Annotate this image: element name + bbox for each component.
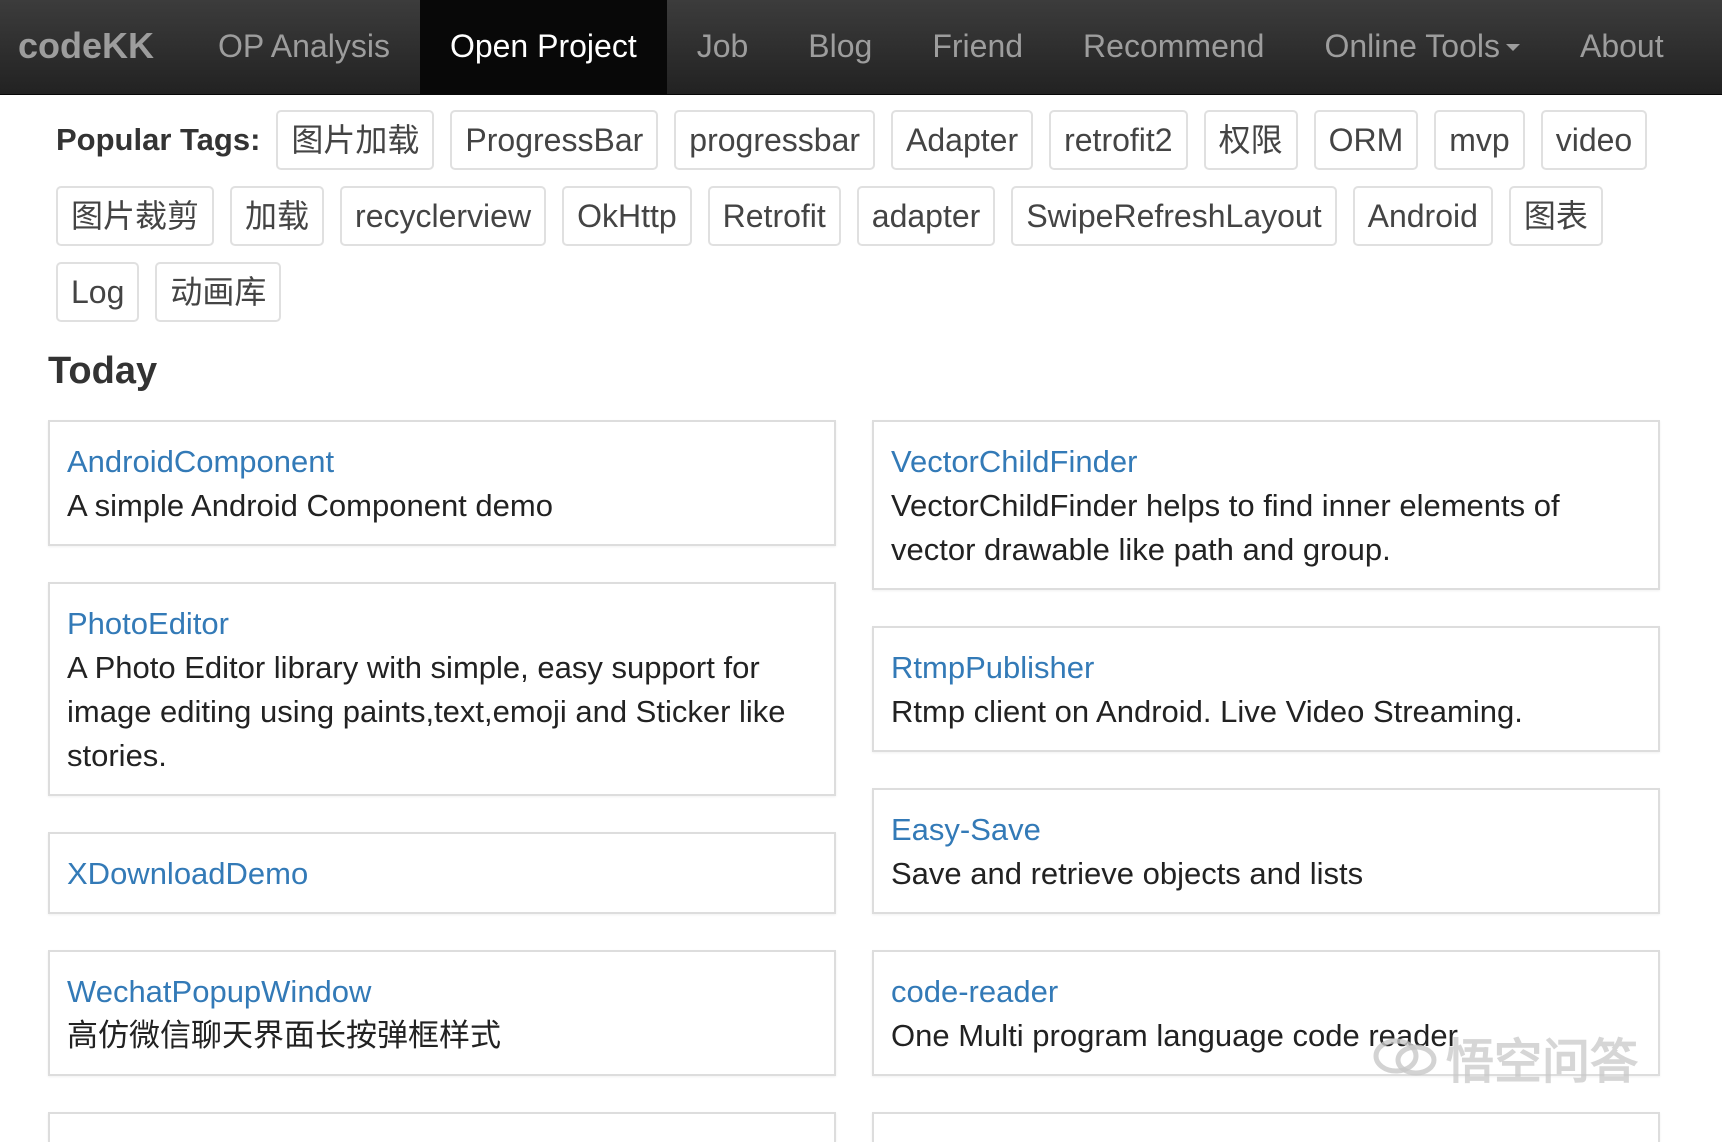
project-card: PhotoEditor A Photo Editor library with … [48, 582, 836, 796]
nav-about-label: About [1579, 28, 1664, 64]
tag-item[interactable]: ProgressBar [450, 110, 659, 170]
tag-item[interactable]: Log [56, 262, 140, 322]
tag-item[interactable]: OkHttp [562, 186, 692, 246]
speech-bubbles-icon [1373, 1038, 1437, 1076]
nav-job-label: Job [696, 28, 749, 64]
project-card: AndroidComponent A simple Android Compon… [48, 420, 836, 546]
project-description: VectorChildFinder helps to find inner el… [891, 488, 1560, 567]
popular-tags-label: Popular Tags: [56, 122, 261, 157]
nav-online-tools-label: Online Tools [1324, 28, 1500, 64]
project-description: A Photo Editor library with simple, easy… [67, 650, 786, 773]
project-card: Easy-Save Save and retrieve objects and … [872, 788, 1660, 914]
watermark: 悟空问答 [1372, 1022, 1638, 1092]
popular-tags: Popular Tags: 图片加载 ProgressBar progressb… [56, 110, 1656, 338]
nav-open-project[interactable]: Open Project [419, 0, 667, 95]
nav-about[interactable]: About [1550, 0, 1694, 95]
project-card-partial [872, 1112, 1660, 1142]
today-heading: Today [48, 350, 158, 392]
project-card: WechatPopupWindow 高仿微信聊天界面长按弹框样式 [48, 950, 836, 1076]
project-link[interactable]: VectorChildFinder [891, 440, 1641, 484]
nav-recommend[interactable]: Recommend [1053, 0, 1294, 95]
tag-item[interactable]: 图表 [1508, 186, 1603, 246]
project-card: XDownloadDemo [48, 832, 836, 914]
nav-op-analysis[interactable]: OP Analysis [188, 0, 420, 95]
tag-item[interactable]: 图片加载 [276, 110, 435, 170]
tag-item[interactable]: recyclerview [340, 186, 547, 246]
tag-item[interactable]: progressbar [674, 110, 876, 170]
nav-job[interactable]: Job [667, 0, 779, 95]
tag-item[interactable]: Android [1352, 186, 1493, 246]
project-link[interactable]: RtmpPublisher [891, 646, 1641, 690]
project-link[interactable]: WechatPopupWindow [67, 970, 817, 1014]
tag-item[interactable]: Retrofit [707, 186, 841, 246]
nav-friend[interactable]: Friend [902, 0, 1053, 95]
nav-online-tools-dropdown[interactable]: Online Tools [1294, 0, 1550, 95]
project-description: A simple Android Component demo [67, 488, 553, 523]
tag-item[interactable]: SwipeRefreshLayout [1011, 186, 1337, 246]
tag-item[interactable]: 加载 [230, 186, 325, 246]
nav-blog[interactable]: Blog [778, 0, 902, 95]
tag-row: 图片裁剪 加载 recyclerview OkHttp Retrofit ada… [56, 186, 1656, 246]
nav-friend-label: Friend [932, 28, 1024, 64]
tag-row: Log 动画库 [56, 262, 1656, 322]
project-column-left: AndroidComponent A simple Android Compon… [48, 420, 836, 1142]
project-link[interactable]: code-reader [891, 970, 1641, 1014]
project-link[interactable]: XDownloadDemo [67, 852, 817, 896]
project-link[interactable]: AndroidComponent [67, 440, 817, 484]
caret-down-icon [1505, 43, 1520, 51]
tag-item[interactable]: 动画库 [155, 262, 282, 322]
tag-item[interactable]: video [1540, 110, 1648, 170]
project-card: VectorChildFinder VectorChildFinder help… [872, 420, 1660, 590]
tag-item[interactable]: mvp [1434, 110, 1525, 170]
tag-item[interactable]: 图片裁剪 [56, 186, 215, 246]
top-navbar: codeKK OP Analysis Open Project Job Blog… [0, 0, 1722, 95]
watermark-text: 悟空问答 [1446, 1036, 1639, 1089]
project-link[interactable]: PhotoEditor [67, 602, 817, 646]
tag-item[interactable]: retrofit2 [1049, 110, 1188, 170]
project-description: 高仿微信聊天界面长按弹框样式 [67, 1018, 501, 1053]
project-description: Save and retrieve objects and lists [891, 856, 1364, 891]
project-card-partial [48, 1112, 836, 1142]
project-link[interactable]: Easy-Save [891, 808, 1641, 852]
brand-logo[interactable]: codeKK [18, 0, 154, 95]
nav-blog-label: Blog [808, 28, 873, 64]
tag-item[interactable]: ORM [1313, 110, 1419, 170]
tag-item[interactable]: adapter [856, 186, 996, 246]
main-nav: OP Analysis Open Project Job Blog Friend… [188, 0, 1694, 95]
tag-row: Popular Tags: 图片加载 ProgressBar progressb… [56, 110, 1656, 170]
nav-op-analysis-label: OP Analysis [218, 28, 390, 64]
tag-item[interactable]: Adapter [891, 110, 1034, 170]
tag-item[interactable]: 权限 [1203, 110, 1298, 170]
project-card: RtmpPublisher Rtmp client on Android. Li… [872, 626, 1660, 752]
nav-open-project-label: Open Project [449, 28, 637, 64]
nav-recommend-label: Recommend [1083, 28, 1265, 64]
project-description: Rtmp client on Android. Live Video Strea… [891, 694, 1523, 729]
